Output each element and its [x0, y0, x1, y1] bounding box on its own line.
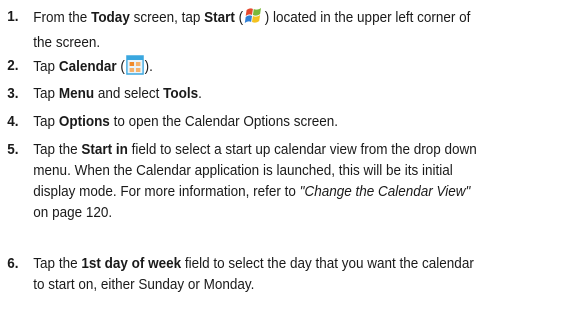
step-4: 4. Tap Options to open the Calendar Opti… [0, 111, 549, 132]
options-label: Options [58, 113, 110, 130]
step-6: 6. Tap the 1st day of week field to sele… [0, 253, 549, 295]
step-number: 5. [7, 141, 19, 158]
today-label: Today [91, 9, 130, 26]
step-number: 1. [7, 8, 19, 25]
step-text: Tap the 1st day of week field to select … [33, 255, 474, 293]
step-text: From the Today screen, tap Start ( ) loc… [33, 6, 470, 51]
start-label: Start [204, 9, 235, 26]
step-1: 1. From the Today screen, tap Start ( ) … [0, 6, 549, 53]
step-text: Tap the Start in field to select a start… [33, 141, 477, 221]
step-number: 4. [7, 113, 19, 130]
tools-label: Tools [163, 85, 199, 102]
step-text: Tap Calendar ( ). [33, 55, 153, 75]
step-number: 3. [7, 85, 19, 102]
cross-reference-link[interactable]: "Change the Calendar View" [300, 183, 471, 200]
step-text: Tap Menu and select Tools. [33, 85, 202, 102]
step-3: 3. Tap Menu and select Tools. [0, 83, 549, 104]
start-in-label: Start in [81, 141, 128, 158]
step-2: 2. Tap Calendar ( ). [0, 55, 549, 81]
calendar-label: Calendar [58, 58, 117, 75]
windows-start-icon [244, 6, 264, 32]
first-day-label: 1st day of week [81, 255, 182, 272]
step-5: 5. Tap the Start in field to select a st… [0, 139, 549, 223]
calendar-icon [125, 55, 144, 81]
menu-label: Menu [58, 85, 95, 102]
step-number: 2. [7, 57, 19, 74]
step-text: Tap Options to open the Calendar Options… [33, 113, 338, 130]
step-number: 6. [7, 255, 19, 272]
